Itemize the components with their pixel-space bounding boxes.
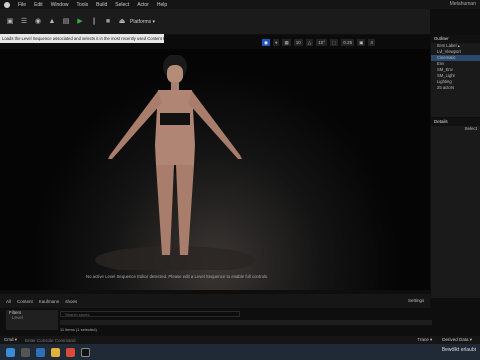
stop-icon[interactable]: ■ xyxy=(104,18,112,26)
breadcrumb-shoes[interactable]: shoes xyxy=(65,299,77,304)
outliner-count: 25 actors xyxy=(437,85,455,90)
outliner-panel: Outliner Item Label ▴ Lvl_Viewport Cinem… xyxy=(431,35,480,117)
blueprint-icon[interactable]: ▲ xyxy=(48,18,56,26)
metahuman-character xyxy=(95,55,255,270)
content-settings-button[interactable]: Settings xyxy=(408,298,424,303)
menu-bar: File Edit Window Tools Build Select Acto… xyxy=(0,0,480,9)
menu-file[interactable]: File xyxy=(18,2,26,8)
grid-snap-icon[interactable]: ▦ xyxy=(282,38,291,46)
details-title: Details xyxy=(431,118,480,126)
sequencer-message: No active Level Sequence Editor detected… xyxy=(86,274,269,279)
derived-data-dropdown[interactable]: Derived Data ▾ xyxy=(442,337,472,343)
world-icon[interactable]: ⌖ xyxy=(272,38,280,46)
search-icon[interactable] xyxy=(21,347,30,357)
breadcrumb-content[interactable]: Content xyxy=(17,299,33,304)
platforms-dropdown[interactable]: Platforms ▾ xyxy=(130,19,155,25)
asset-strip xyxy=(60,320,432,325)
scale-snap-icon[interactable]: ⬚ xyxy=(330,38,339,46)
tooltip: Loads the Level Sequence associated and … xyxy=(0,34,164,43)
rotation-size[interactable]: 10° xyxy=(316,38,328,46)
trace-dropdown[interactable]: Trace ▾ xyxy=(417,337,432,343)
breadcrumb-all[interactable]: All xyxy=(6,299,11,304)
menu-edit[interactable]: Edit xyxy=(34,2,43,8)
windows-taskbar xyxy=(0,344,480,360)
outliner-title: Outliner xyxy=(431,35,480,43)
menu-actor[interactable]: Actor xyxy=(137,2,149,8)
rotation-snap-icon[interactable]: △ xyxy=(305,38,314,46)
save-icon[interactable]: ▣ xyxy=(6,18,14,26)
windows-start-icon[interactable] xyxy=(6,347,15,357)
unreal-logo-icon xyxy=(4,1,10,8)
camera-speed[interactable]: 4 xyxy=(368,38,375,46)
menu-tools[interactable]: Tools xyxy=(76,2,88,8)
status-bar: Cmd ▾ Enter Console Command Trace ▾ Deri… xyxy=(0,336,480,344)
eject-icon[interactable]: ⏏ xyxy=(118,18,126,26)
menu-window[interactable]: Window xyxy=(51,2,69,8)
console-input[interactable]: Enter Console Command xyxy=(25,338,76,343)
content-search-input[interactable]: Search shoes xyxy=(60,311,240,317)
cinematics-icon[interactable]: ▤ xyxy=(62,18,70,26)
filter-level[interactable]: Level xyxy=(6,315,58,320)
mode-icon[interactable]: ☰ xyxy=(20,18,28,26)
add-actor-icon[interactable]: ◉ xyxy=(34,18,42,26)
main-toolbar: ▣ ☰ ◉ ▲ ▤ ▶ ❙ ■ ⏏ Platforms ▾ xyxy=(0,9,430,34)
menu-select[interactable]: Select xyxy=(115,2,129,8)
scale-size[interactable]: 0.25 xyxy=(341,38,355,46)
weather-widget: Bewölkt erlaubt xyxy=(441,347,476,353)
grid-size[interactable]: 10 xyxy=(293,38,303,46)
project-name: Metahuman xyxy=(449,1,476,7)
edge-icon[interactable] xyxy=(36,347,45,357)
chrome-icon[interactable] xyxy=(66,347,75,357)
breadcrumb-kaufmann[interactable]: Kaufmann xyxy=(39,299,60,304)
viewport-toolbar: ◉ ⌖ ▦ 10 △ 10° ⬚ 0.25 ▣ 4 xyxy=(262,38,375,46)
menu-help[interactable]: Help xyxy=(157,2,167,8)
unreal-icon[interactable] xyxy=(81,347,90,357)
details-empty-message: Select xyxy=(464,126,477,131)
play-icon[interactable]: ▶ xyxy=(76,18,84,26)
console-dropdown[interactable]: Cmd ▾ xyxy=(4,337,17,343)
translate-icon[interactable]: ◉ xyxy=(262,38,270,46)
details-panel: Details Select xyxy=(431,118,480,298)
menu-build[interactable]: Build xyxy=(96,2,107,8)
item-count: 11 items (1 selected) xyxy=(60,327,97,332)
camera-speed-icon[interactable]: ▣ xyxy=(357,38,366,46)
filters-panel: Filters Level xyxy=(6,310,58,330)
explorer-icon[interactable] xyxy=(51,347,60,357)
content-browser-path-bar: All Content Kaufmann shoes xyxy=(0,294,430,308)
pause-icon[interactable]: ❙ xyxy=(90,18,98,26)
